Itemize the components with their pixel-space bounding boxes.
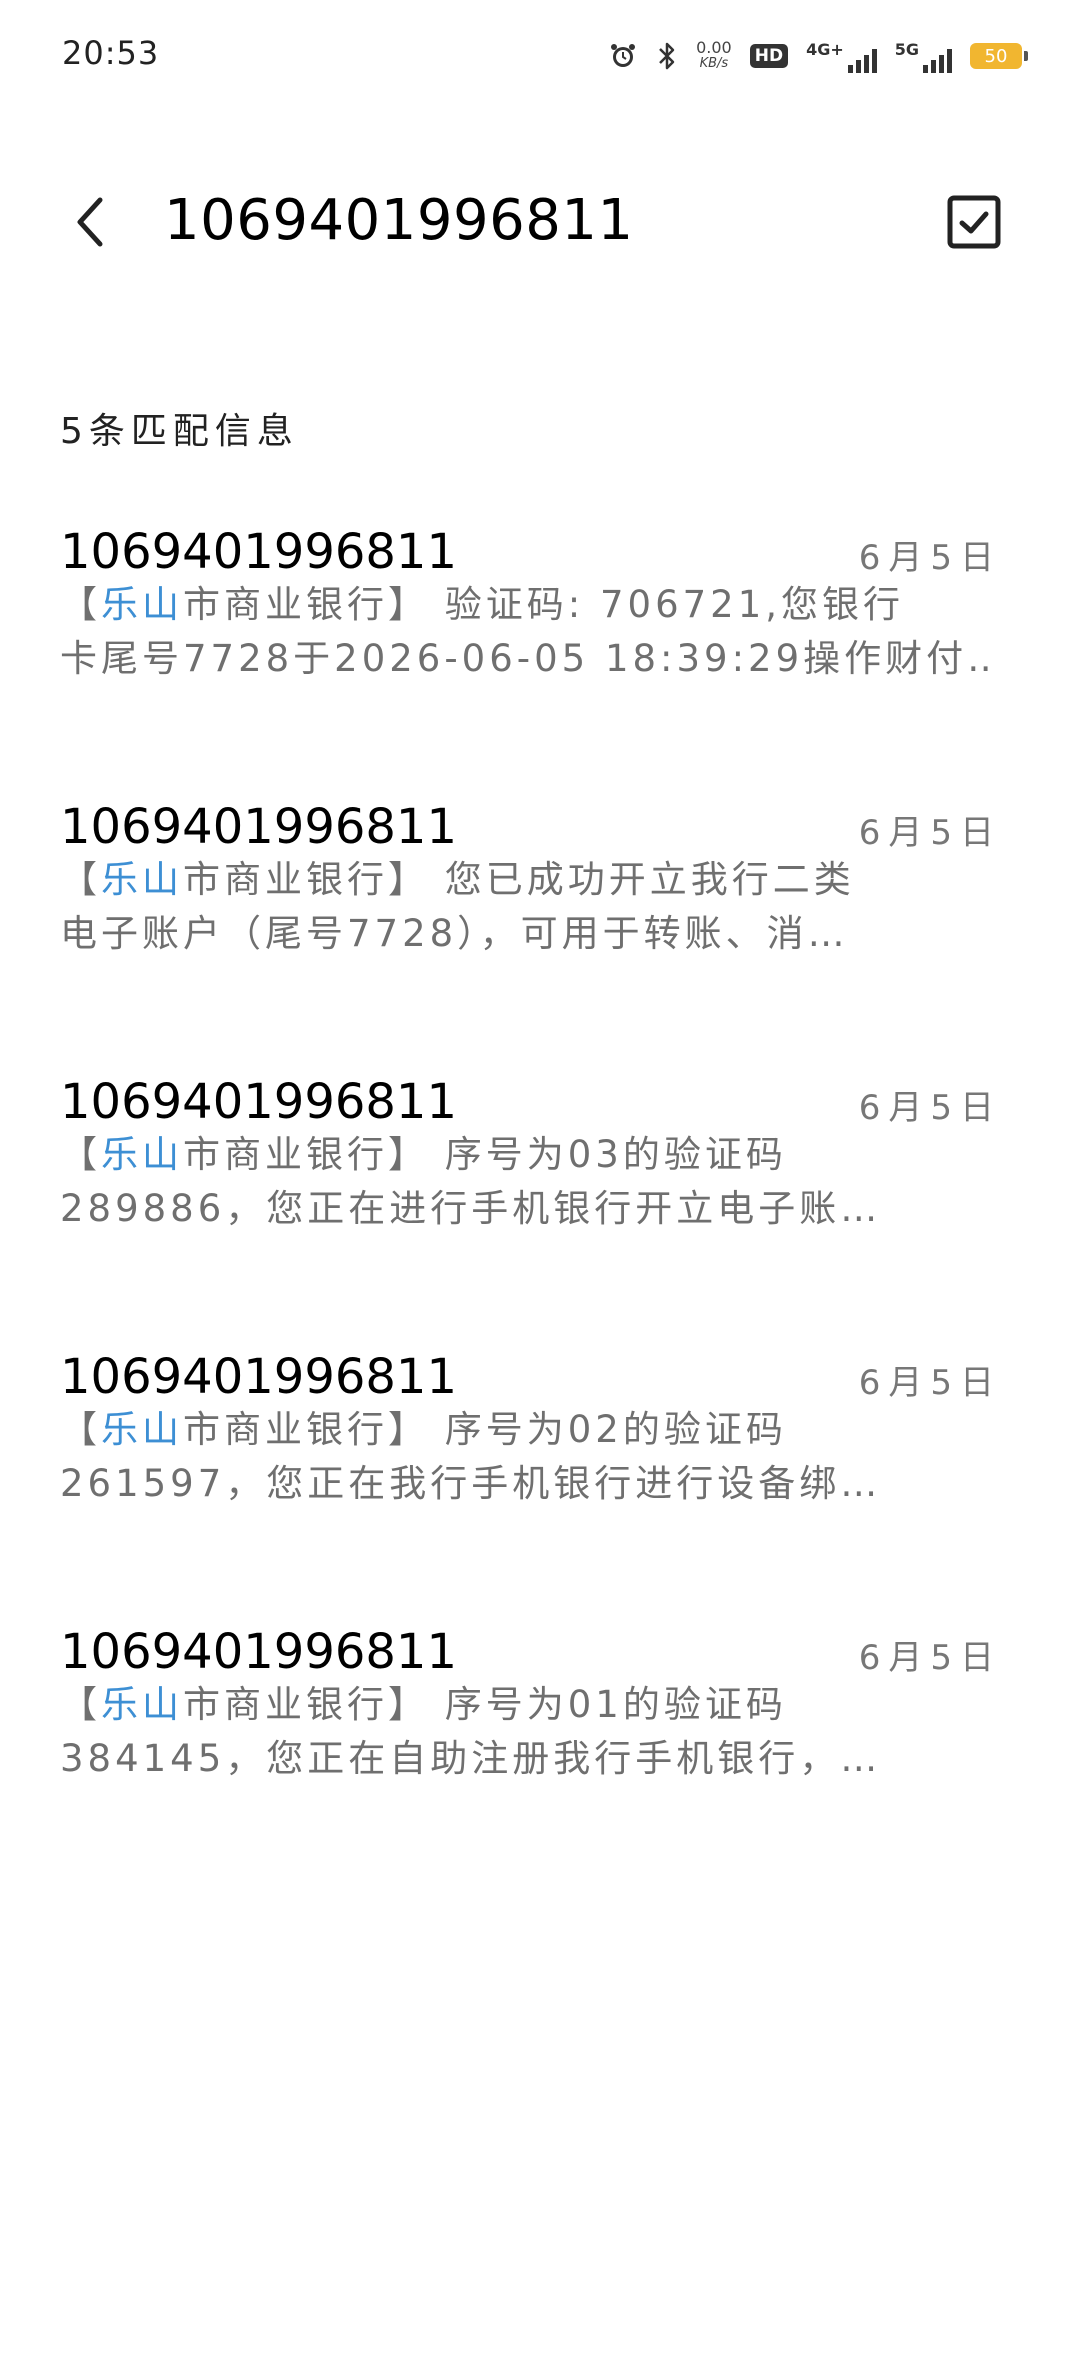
snippet-text: 验证码: 706721,您银行 xyxy=(429,583,904,626)
message-sender: 1069401996811 xyxy=(60,799,458,855)
message-date: 6月5日 xyxy=(858,1363,1002,1403)
message-date: 6月5日 xyxy=(858,1088,1002,1128)
message-date: 6月5日 xyxy=(858,1638,1002,1678)
snippet-line-2: 261597，您正在我行手机银行进行设备绑… xyxy=(60,1462,882,1505)
snippet-bank-name: 市商业银行】 xyxy=(183,1133,429,1176)
message-sender: 1069401996811 xyxy=(60,1349,458,1405)
snippet-line-2: 电子账户（尾号7728），可用于转账、消… xyxy=(60,912,849,955)
message-result-item[interactable]: 1069401996811 6月5日 【乐山市商业银行】 验证码: 706721… xyxy=(0,510,1080,785)
snippet-bracket: 【 xyxy=(60,1683,101,1726)
snippet-bank-name: 市商业银行】 xyxy=(183,1683,429,1726)
message-snippet: 【乐山市商业银行】 序号为02的验证码 261597，您正在我行手机银行进行设备… xyxy=(60,1403,988,1511)
search-highlight: 乐山 xyxy=(101,1408,183,1451)
message-result-item[interactable]: 1069401996811 6月5日 【乐山市商业银行】 序号为02的验证码 2… xyxy=(0,1335,1080,1610)
message-snippet: 【乐山市商业银行】 验证码: 706721,您银行 卡尾号7728于2026-0… xyxy=(60,578,988,686)
chevron-left-icon xyxy=(77,197,103,247)
snippet-line-1: 【乐山市商业银行】 验证码: 706721,您银行 xyxy=(60,578,988,632)
message-date: 6月5日 xyxy=(858,538,1002,578)
page-title: 1069401996811 xyxy=(164,188,634,253)
snippet-line-1: 【乐山市商业银行】 您已成功开立我行二类 xyxy=(60,853,988,907)
message-date: 6月5日 xyxy=(858,813,1002,853)
message-snippet: 【乐山市商业银行】 序号为03的验证码 289886，您正在进行手机银行开立电子… xyxy=(60,1128,988,1236)
status-icons: 0.00 KB/s HD 4G+ 5G 50 xyxy=(608,36,1028,76)
snippet-bracket: 【 xyxy=(60,1133,101,1176)
message-sender: 1069401996811 xyxy=(60,1074,458,1130)
snippet-bank-name: 市商业银行】 xyxy=(183,583,429,626)
snippet-bracket: 【 xyxy=(60,1408,101,1451)
search-highlight: 乐山 xyxy=(101,1133,183,1176)
search-highlight: 乐山 xyxy=(101,858,183,901)
message-snippet: 【乐山市商业银行】 您已成功开立我行二类 电子账户（尾号7728），可用于转账、… xyxy=(60,853,988,961)
network-speed-value: 0.00 xyxy=(696,38,732,57)
search-results-list: 1069401996811 6月5日 【乐山市商业银行】 验证码: 706721… xyxy=(0,510,1080,1885)
sim1-network-label: 4G+ xyxy=(806,39,844,59)
message-snippet: 【乐山市商业银行】 序号为01的验证码 384145，您正在自助注册我行手机银行… xyxy=(60,1678,988,1786)
snippet-text: 序号为02的验证码 xyxy=(429,1408,787,1451)
snippet-line-2: 卡尾号7728于2026-06-05 18:39:29操作财付… xyxy=(60,637,988,680)
network-speed: 0.00 KB/s xyxy=(696,40,732,72)
snippet-line-2: 289886，您正在进行手机银行开立电子账… xyxy=(60,1187,882,1230)
search-highlight: 乐山 xyxy=(101,1683,183,1726)
sim2-signal-bars-icon xyxy=(923,47,952,73)
snippet-bank-name: 市商业银行】 xyxy=(183,858,429,901)
status-time: 20:53 xyxy=(62,34,160,72)
snippet-line-1: 【乐山市商业银行】 序号为01的验证码 xyxy=(60,1678,988,1732)
snippet-line-1: 【乐山市商业银行】 序号为03的验证码 xyxy=(60,1128,988,1182)
checkbox-checked-icon xyxy=(947,195,1001,249)
snippet-text: 您已成功开立我行二类 xyxy=(429,858,855,901)
match-count-label: 5条匹配信息 xyxy=(60,411,299,452)
network-speed-unit: KB/s xyxy=(699,56,729,71)
message-sender: 1069401996811 xyxy=(60,1624,458,1680)
status-bar: 20:53 0.00 KB/s HD 4G+ 5G 50 xyxy=(0,0,1080,110)
battery-indicator: 50 xyxy=(970,43,1028,69)
back-button[interactable] xyxy=(60,192,120,252)
search-header: 1069401996811 xyxy=(0,170,1080,280)
sim1-signal: 4G+ xyxy=(806,40,877,73)
sim1-signal-bars-icon xyxy=(847,47,877,73)
snippet-line-2: 384145，您正在自助注册我行手机银行，… xyxy=(60,1737,882,1780)
search-highlight: 乐山 xyxy=(101,583,183,626)
snippet-text: 序号为03的验证码 xyxy=(429,1133,787,1176)
sim2-network-label: 5G xyxy=(894,39,919,59)
message-result-item[interactable]: 1069401996811 6月5日 【乐山市商业银行】 序号为01的验证码 3… xyxy=(0,1610,1080,1885)
snippet-bank-name: 市商业银行】 xyxy=(183,1408,429,1451)
message-sender: 1069401996811 xyxy=(60,524,458,580)
snippet-bracket: 【 xyxy=(60,583,101,626)
alarm-icon xyxy=(608,41,638,71)
message-result-item[interactable]: 1069401996811 6月5日 【乐山市商业银行】 您已成功开立我行二类 … xyxy=(0,785,1080,1060)
bluetooth-icon xyxy=(656,40,678,72)
snippet-bracket: 【 xyxy=(60,858,101,901)
hd-voice-badge: HD xyxy=(749,44,789,68)
snippet-text: 序号为01的验证码 xyxy=(429,1683,787,1726)
message-result-item[interactable]: 1069401996811 6月5日 【乐山市商业银行】 序号为03的验证码 2… xyxy=(0,1060,1080,1335)
select-mode-button[interactable] xyxy=(944,192,1004,252)
snippet-line-1: 【乐山市商业银行】 序号为02的验证码 xyxy=(60,1403,988,1457)
sim2-signal: 5G xyxy=(895,40,952,73)
